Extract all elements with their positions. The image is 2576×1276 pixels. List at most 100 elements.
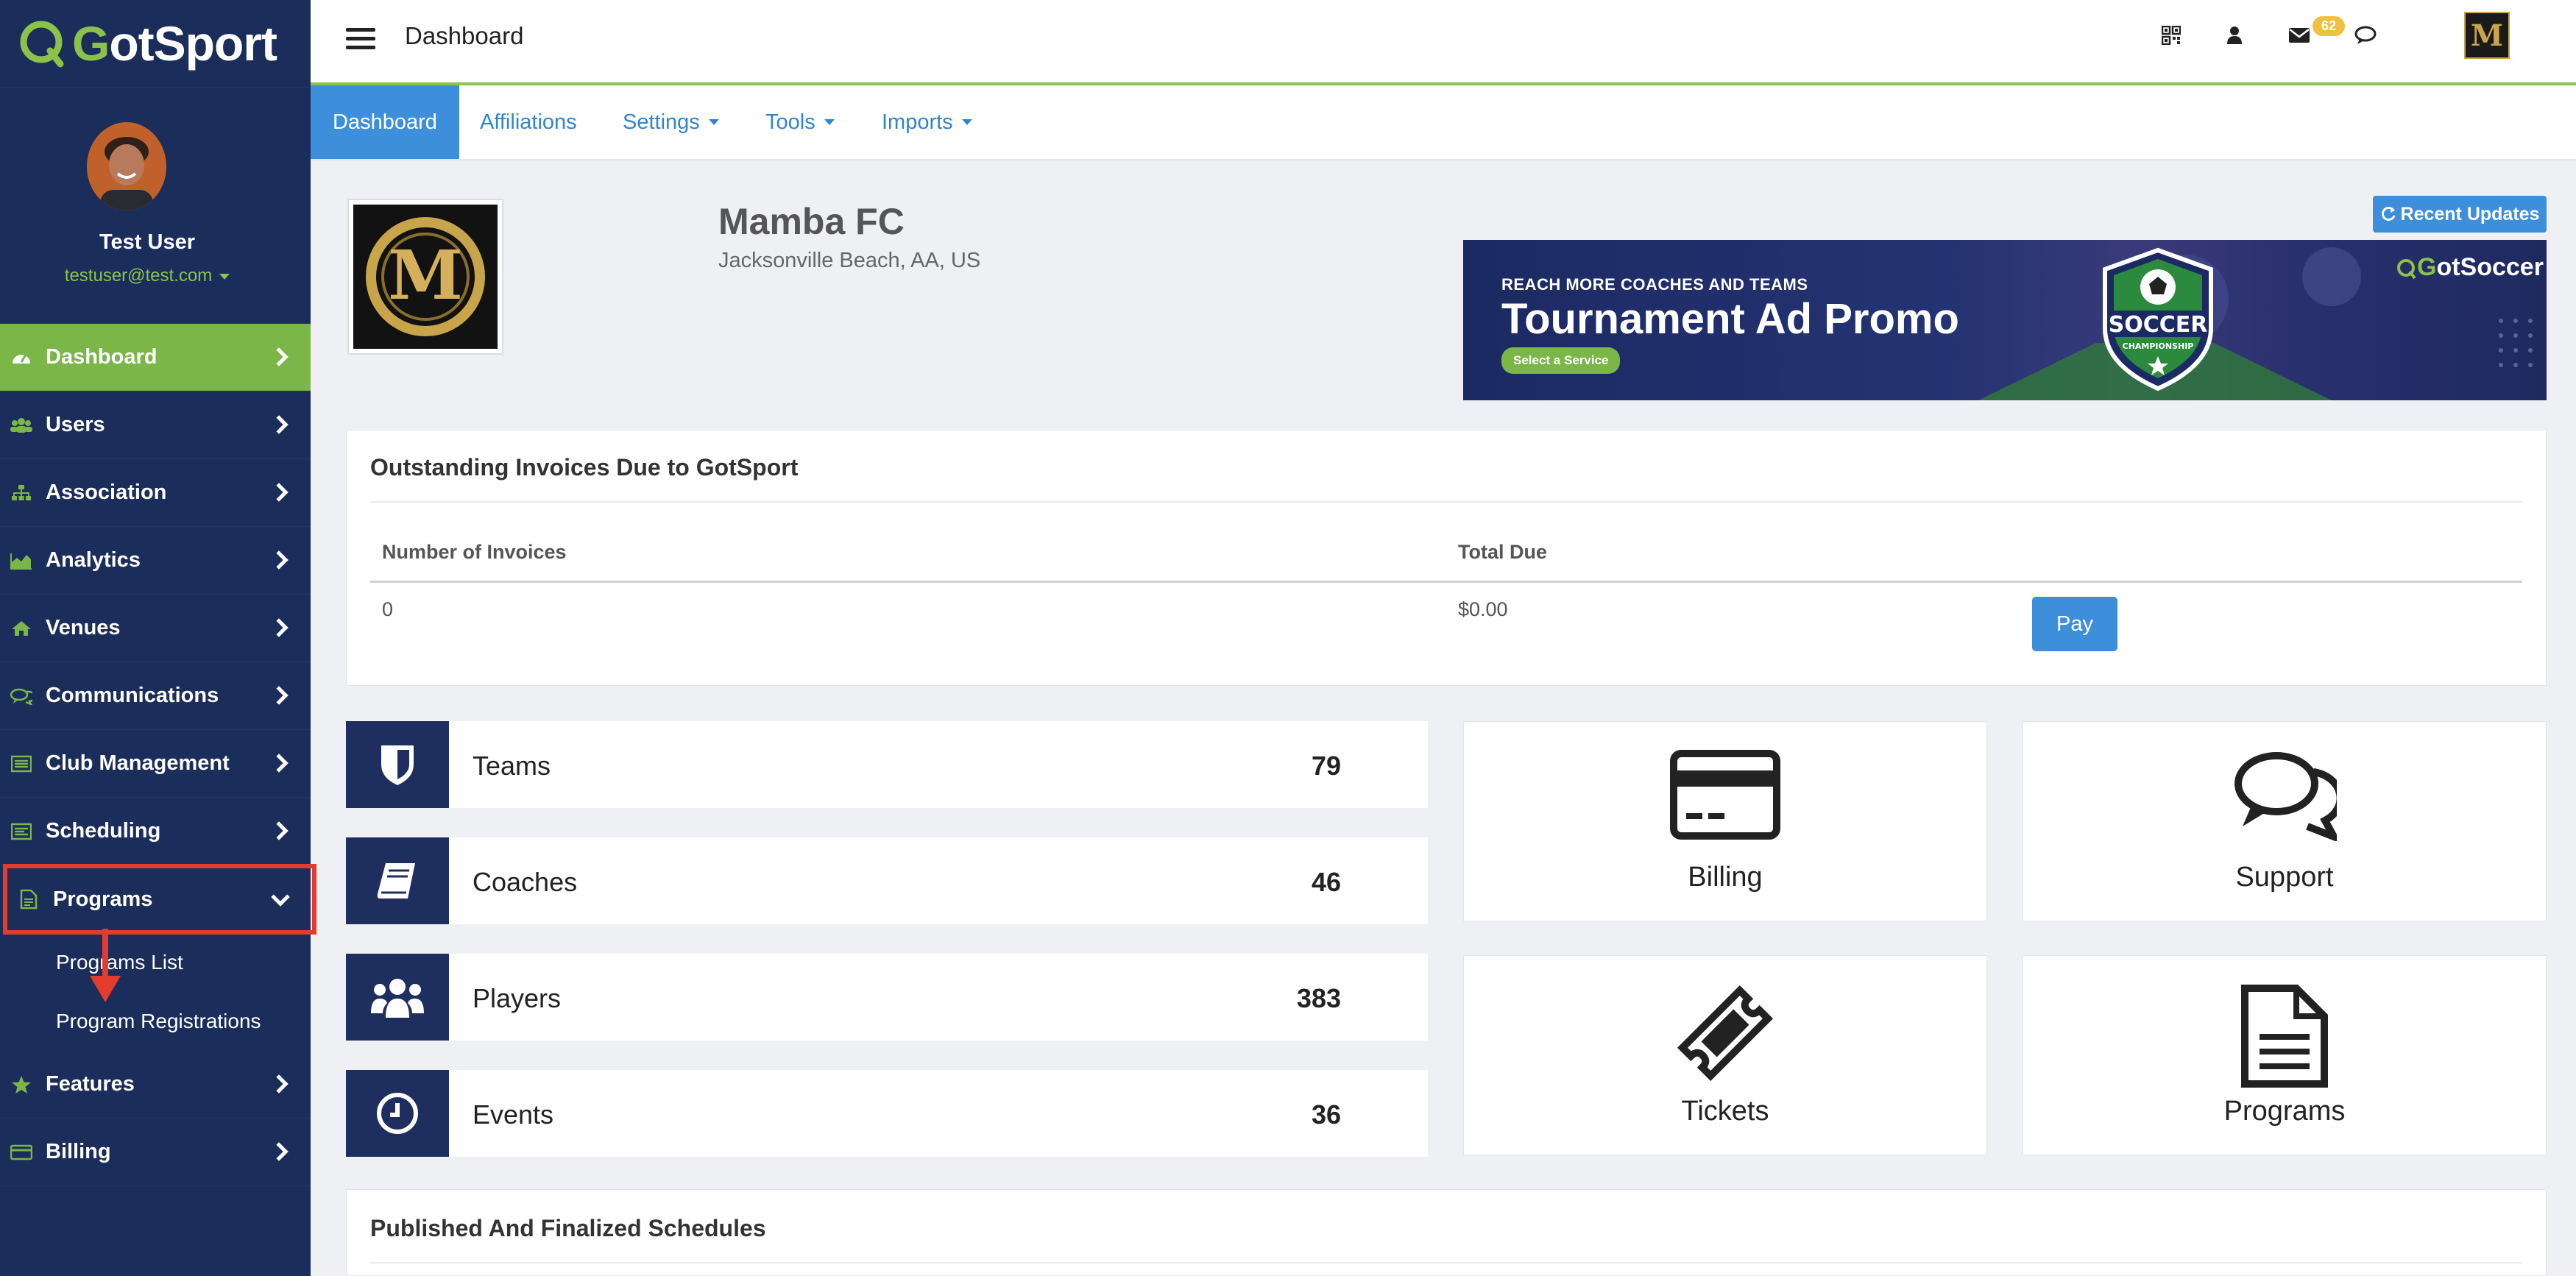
tile-label: Billing [1688, 862, 1763, 893]
column-header-total-due: Total Due [1458, 541, 1547, 563]
sidebar-item-label: Communications [46, 684, 219, 707]
tab-tools[interactable]: Tools [765, 85, 835, 159]
stat-row-events[interactable]: Events 36 [346, 1070, 1428, 1157]
tab-dashboard[interactable]: Dashboard [311, 85, 459, 159]
annotation-arrow-icon [90, 929, 121, 1002]
stat-row-teams[interactable]: Teams 79 [346, 721, 1428, 808]
sidebar-item-label: Association [46, 481, 167, 504]
refresh-icon [2381, 207, 2395, 221]
sidebar-item-analytics[interactable]: Analytics [0, 527, 311, 595]
ad-banner[interactable]: REACH MORE COACHES AND TEAMS Tournament … [1463, 240, 2547, 400]
tile-label: Tickets [1681, 1096, 1769, 1127]
sidebar-item-association[interactable]: Association [0, 459, 311, 527]
caret-down-icon [961, 119, 972, 125]
sidebar-item-venues[interactable]: Venues [0, 595, 311, 662]
divider [370, 501, 2522, 503]
badge-subtitle: CHAMPIONSHIP [2123, 341, 2194, 351]
pay-button[interactable]: Pay [2032, 597, 2117, 651]
stat-count: 46 [1311, 867, 1341, 897]
invoices-panel: Outstanding Invoices Due to GotSport Num… [346, 430, 2547, 686]
chevron-right-icon [269, 821, 289, 840]
user-icon[interactable] [2221, 22, 2248, 49]
sidebar-item-club-management[interactable]: Club Management [0, 730, 311, 798]
gotsport-logo-icon [20, 21, 64, 68]
dashboard-icon [10, 347, 32, 369]
invoices-title: Outstanding Invoices Due to GotSport [370, 454, 799, 481]
sidebar-item-dashboard[interactable]: Dashboard [0, 324, 311, 391]
calendar-list-icon [10, 820, 32, 843]
tile-label: Programs [2223, 1096, 2346, 1127]
stat-row-players[interactable]: Players 383 [346, 954, 1428, 1041]
stat-label: Coaches [473, 867, 578, 897]
ad-brand-prefix: G [2417, 253, 2437, 281]
ad-cta-button[interactable]: Select a Service [1501, 347, 1621, 374]
club-logo-small[interactable]: M [2464, 12, 2510, 59]
chat-icon[interactable] [2352, 22, 2379, 49]
stat-label: Teams [473, 751, 551, 781]
chevron-right-icon [269, 347, 289, 366]
club-name: Mamba FC [718, 201, 905, 242]
logo-letter-g: G [72, 16, 110, 71]
app-logo-text: GotSport [72, 15, 277, 71]
tile-billing[interactable]: Billing [1463, 721, 1987, 921]
sidebar-item-label: Analytics [46, 548, 141, 572]
sidebar: GotSport Test User testuser@test.com Das… [0, 0, 316, 1276]
subnav-item-program-registrations[interactable]: Program Registrations [56, 1010, 261, 1033]
tab-label: Settings [623, 110, 700, 134]
app-logo[interactable]: GotSport [0, 0, 311, 87]
tab-imports[interactable]: Imports [882, 85, 972, 159]
shield-icon [381, 745, 414, 785]
avatar[interactable] [87, 122, 166, 210]
tile-label: Support [2235, 862, 2334, 893]
club-logo-letter: M [388, 235, 463, 315]
club-logo: M [347, 199, 503, 355]
sidebar-item-label: Club Management [46, 751, 230, 775]
stat-row-coaches[interactable]: Coaches 46 [346, 837, 1428, 924]
sidebar-item-scheduling[interactable]: Scheduling [0, 798, 311, 865]
qr-code-icon[interactable] [2158, 22, 2184, 49]
tab-affiliations[interactable]: Affiliations [480, 85, 577, 159]
credit-card-icon [10, 1141, 32, 1163]
club-location: Jacksonville Beach, AA, US [718, 249, 981, 272]
sidebar-item-label: Venues [46, 616, 121, 639]
caret-down-icon [824, 119, 835, 125]
avatar-image [87, 122, 166, 210]
club-logo-small-letter: M [2470, 18, 2504, 53]
soccer-championship-badge-icon: SOCCER CHAMPIONSHIP [2103, 247, 2213, 391]
club-logo-emblem: M [366, 217, 485, 336]
stat-label: Players [473, 983, 562, 1013]
area-chart-icon [10, 550, 32, 572]
tile-programs[interactable]: Programs [2023, 955, 2547, 1155]
sidebar-item-billing[interactable]: Billing [0, 1119, 311, 1186]
caret-down-icon [219, 273, 230, 280]
ad-title: Tournament Ad Promo [1501, 295, 1959, 343]
home-icon [10, 617, 32, 639]
user-email-dropdown[interactable]: testuser@test.com [0, 266, 294, 286]
recent-updates-button[interactable]: Recent Updates [2373, 196, 2547, 233]
list-icon [10, 753, 32, 775]
sidebar-item-label: Dashboard [46, 345, 158, 369]
hamburger-menu-icon[interactable] [346, 28, 375, 54]
chevron-right-icon [269, 618, 289, 637]
user-email-text: testuser@test.com [64, 266, 213, 286]
sidebar-item-users[interactable]: Users [0, 391, 311, 459]
sidebar-item-programs[interactable]: Programs [3, 864, 316, 935]
tile-support[interactable]: Support [2023, 721, 2547, 921]
tile-tickets[interactable]: Tickets [1463, 955, 1987, 1155]
tab-settings[interactable]: Settings [623, 85, 719, 159]
envelope-icon[interactable] [2286, 22, 2313, 49]
sub-navigation: Dashboard Affiliations Settings Tools Im… [311, 85, 2576, 160]
chevron-right-icon [269, 1074, 289, 1094]
column-header-invoice-count: Number of Invoices [382, 541, 567, 563]
sidebar-item-features[interactable]: Features [0, 1051, 311, 1119]
file-icon [18, 888, 40, 910]
clock-icon [377, 1093, 418, 1134]
ad-brand: GotSoccer [2395, 253, 2544, 282]
ad-kicker: REACH MORE COACHES AND TEAMS [1501, 275, 1808, 294]
comments-icon [10, 685, 32, 707]
sidebar-item-communications[interactable]: Communications [0, 662, 311, 730]
user-name: Test User [99, 230, 196, 254]
stat-count: 79 [1311, 751, 1341, 781]
users-icon [371, 979, 424, 1018]
file-text-icon [2241, 985, 2328, 1088]
